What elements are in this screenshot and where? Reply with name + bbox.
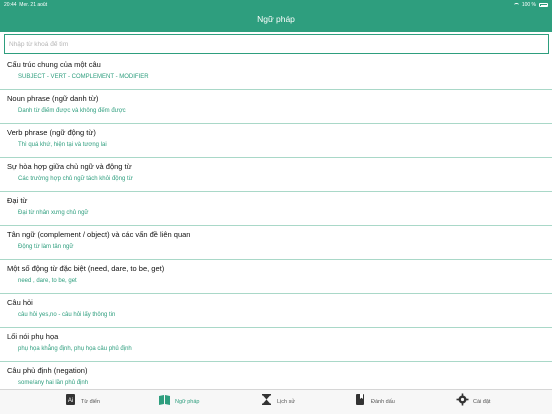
list-item-title: Verb phrase (ngữ động từ) bbox=[7, 128, 96, 137]
tab-bookmarks[interactable]: Đánh dấu bbox=[354, 394, 395, 410]
status-time: 20:44 bbox=[4, 2, 17, 8]
status-date: Mer. 21 août bbox=[19, 2, 48, 8]
status-bar: 20:44 Mer. 21 août 100 % bbox=[0, 0, 552, 10]
list-item-title: Sự hòa hợp giữa chủ ngữ và động từ bbox=[7, 162, 132, 171]
list-item[interactable]: Câu phủ định (negation) some/any hai lần… bbox=[0, 362, 552, 389]
navigation-header: 20:44 Mer. 21 août 100 % Ngữ pháp bbox=[0, 0, 552, 32]
list-item-subtitle: phụ họa khẳng định, phụ họa câu phủ định bbox=[18, 346, 132, 352]
list-item-title: Đại từ bbox=[7, 196, 28, 205]
list-item[interactable]: Tân ngữ (complement / object) và các vấn… bbox=[0, 226, 552, 260]
tab-label: Cài đặt bbox=[473, 399, 491, 405]
list-item-title: Cấu trúc chung của một câu bbox=[7, 60, 101, 69]
tab-bar: Ai Từ điển Ngữ pháp Lịch sử Đánh dấu Cài… bbox=[0, 389, 552, 414]
list-item[interactable]: Lối nói phụ họa phụ họa khẳng định, phụ … bbox=[0, 328, 552, 362]
list-item-subtitle: Động từ làm tân ngữ bbox=[18, 244, 74, 250]
list-item-subtitle: Đại từ nhân xưng chủ ngữ bbox=[18, 210, 89, 216]
list-item-title: Noun phrase (ngữ danh từ) bbox=[7, 94, 99, 103]
gear-icon bbox=[456, 393, 469, 411]
list-item-title: Câu phủ định (negation) bbox=[7, 366, 88, 375]
dictionary-icon: Ai bbox=[64, 393, 77, 411]
list-item[interactable]: Verb phrase (ngữ động từ) Thì quá khứ, h… bbox=[0, 124, 552, 158]
grammar-book-icon bbox=[158, 393, 171, 411]
bookmark-icon bbox=[354, 393, 367, 411]
status-left: 20:44 Mer. 21 août bbox=[4, 2, 47, 8]
list-item-subtitle: Thì quá khứ, hiện tại và tương lai bbox=[18, 142, 107, 148]
list-item[interactable]: Một số động từ đặc biệt (need, dare, to … bbox=[0, 260, 552, 294]
tab-history[interactable]: Lịch sử bbox=[260, 394, 295, 410]
list-item-subtitle: Danh từ điếm được và không đếm được bbox=[18, 108, 126, 114]
list-item-subtitle: need , dare, to be, get bbox=[18, 278, 77, 284]
tab-label: Ngữ pháp bbox=[175, 399, 200, 405]
wifi-icon bbox=[513, 3, 519, 7]
list-item[interactable]: Noun phrase (ngữ danh từ) Danh từ điếm đ… bbox=[0, 90, 552, 124]
list-item[interactable]: Sự hòa hợp giữa chủ ngữ và động từ Các t… bbox=[0, 158, 552, 192]
list-item-title: Một số động từ đặc biệt (need, dare, to … bbox=[7, 264, 165, 273]
svg-text:Ai: Ai bbox=[68, 398, 73, 404]
list-item[interactable]: Câu hỏi câu hỏi yes,no - câu hỏi lấy thô… bbox=[0, 294, 552, 328]
list-item-subtitle: câu hỏi yes,no - câu hỏi lấy thông tin bbox=[18, 312, 116, 318]
search-input[interactable] bbox=[4, 34, 549, 54]
status-right: 100 % bbox=[513, 2, 548, 8]
page-title: Ngữ pháp bbox=[257, 14, 295, 24]
list-item-title: Câu hỏi bbox=[7, 298, 33, 307]
tab-label: Từ điển bbox=[81, 399, 100, 405]
hourglass-icon bbox=[260, 393, 273, 411]
tab-label: Lịch sử bbox=[277, 399, 296, 405]
list-item-subtitle: SUBJECT - VERT - COMPLEMENT - MODIFIER bbox=[18, 74, 149, 80]
tab-grammar[interactable]: Ngữ pháp bbox=[158, 394, 199, 410]
list-item-subtitle: Các trường hợp chủ ngữ tách khỏi động từ bbox=[18, 176, 133, 182]
list-item[interactable]: Đại từ Đại từ nhân xưng chủ ngữ bbox=[0, 192, 552, 226]
grammar-list[interactable]: Cấu trúc chung của một câu SUBJECT - VER… bbox=[0, 56, 552, 389]
list-item-title: Tân ngữ (complement / object) và các vấn… bbox=[7, 230, 191, 239]
list-item-subtitle: some/any hai lần phủ định bbox=[18, 380, 89, 386]
search-bar bbox=[0, 32, 552, 56]
list-item-title: Lối nói phụ họa bbox=[7, 332, 59, 341]
tab-settings[interactable]: Cài đặt bbox=[456, 393, 491, 411]
tab-dictionary[interactable]: Ai Từ điển bbox=[64, 394, 100, 410]
tab-label: Đánh dấu bbox=[371, 399, 395, 405]
battery-icon bbox=[539, 3, 548, 7]
battery-percent: 100 % bbox=[521, 2, 536, 8]
list-item[interactable]: Cấu trúc chung của một câu SUBJECT - VER… bbox=[0, 56, 552, 90]
